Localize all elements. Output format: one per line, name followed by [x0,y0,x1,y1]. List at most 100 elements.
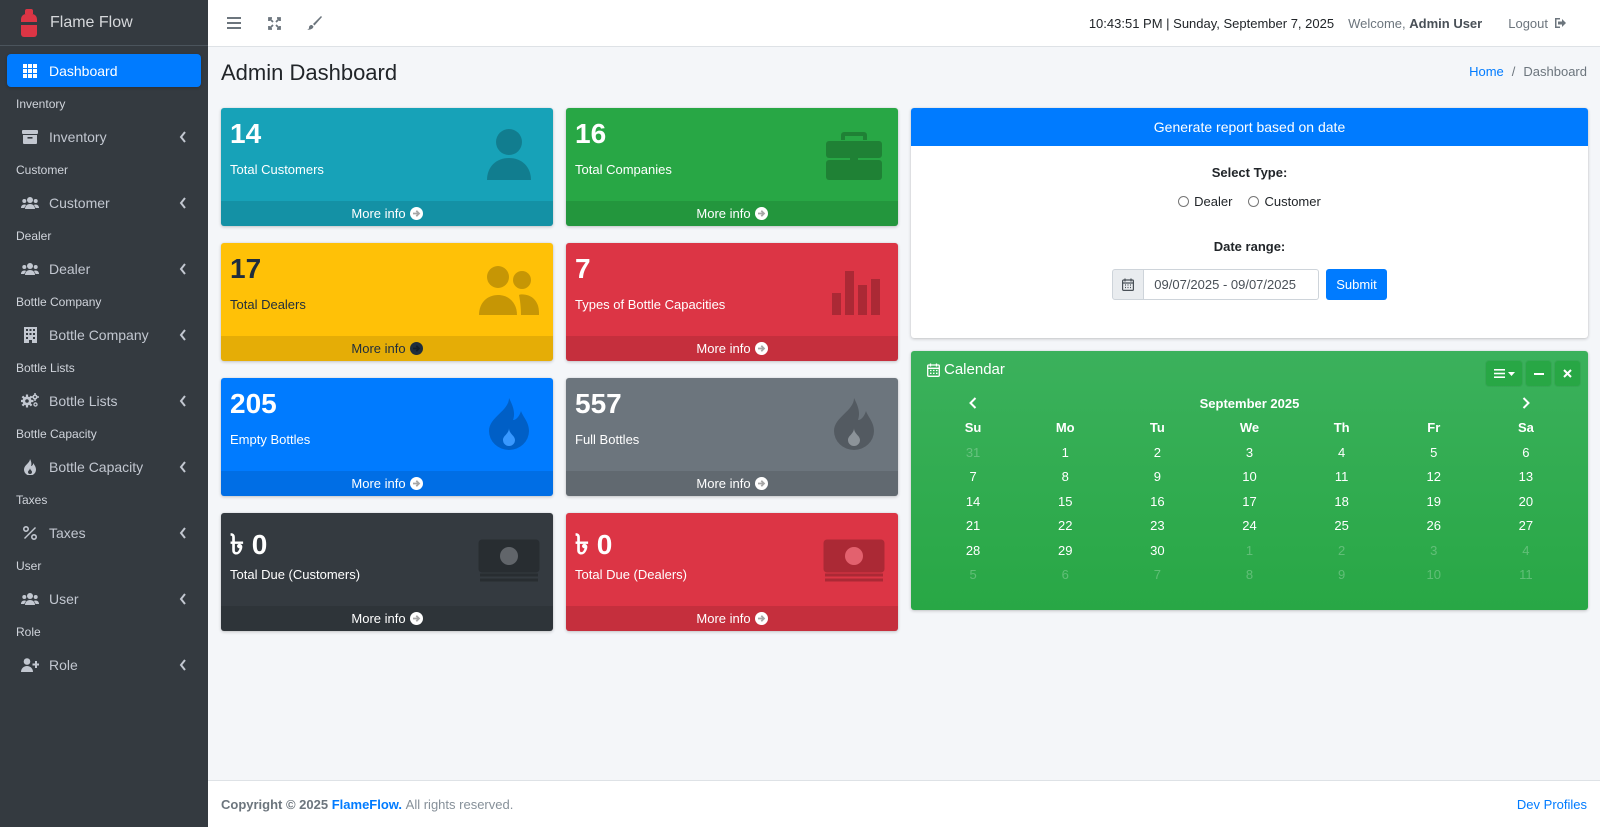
calendar-day[interactable]: 8 [1019,469,1111,484]
chevron-left-icon [179,527,186,539]
brand[interactable]: Flame Flow [0,0,208,46]
calendar-day[interactable]: 31 [927,445,1019,460]
stat-value: 205 [230,388,277,419]
date-range-row: 09/07/2025 - 09/07/2025 Submit [911,269,1588,300]
calendar-prev-button[interactable] [927,397,1019,409]
calendar-menu-dropdown[interactable] [1486,361,1522,386]
sidebar-item-bottle-company[interactable]: Bottle Company [7,318,201,351]
breadcrumb-separator: / [1511,64,1516,79]
calendar-day[interactable]: 25 [1296,518,1388,533]
calendar-day[interactable]: 6 [1019,567,1111,582]
stat-box-total-companies: 16 Total Companies More info [566,108,898,226]
sidebar-item-inventory[interactable]: Inventory [7,120,201,153]
more-info-link[interactable]: More info [566,201,898,226]
brand-name: Flame Flow [50,13,133,31]
calendar-day[interactable]: 11 [1480,567,1572,582]
report-card-header: Generate report based on date [911,108,1588,146]
submit-button[interactable]: Submit [1326,269,1387,300]
calendar-day[interactable]: 30 [1111,543,1203,558]
calendar-day[interactable]: 2 [1296,543,1388,558]
calendar-day[interactable]: 3 [1203,445,1295,460]
sidebar-item-user[interactable]: User [7,582,201,615]
calendar-collapse-button[interactable] [1526,361,1551,386]
calendar-day[interactable]: 19 [1388,494,1480,509]
calendar-day[interactable]: 22 [1019,518,1111,533]
more-info-link[interactable]: More info [566,336,898,361]
calendar-day[interactable]: 4 [1480,543,1572,558]
rights-text: All rights reserved. [405,796,514,812]
stat-box-due-customers: ৳ 0 Total Due (Customers) More info [221,513,553,631]
stat-label: Empty Bottles [230,432,311,447]
calendar-day[interactable]: 29 [1019,543,1111,558]
calendar-remove-button[interactable] [1555,361,1580,386]
dev-profiles-link[interactable]: Dev Profiles [1517,797,1587,812]
chevron-left-icon [179,593,186,605]
sidebar-item-bottle-capacity[interactable]: Bottle Capacity [7,450,201,483]
calendar-addon [1112,269,1145,300]
calendar-day[interactable]: 10 [1203,469,1295,484]
sidebar-item-role[interactable]: Role [7,648,201,681]
calendar-day[interactable]: 14 [927,494,1019,509]
more-info-link[interactable]: More info [221,606,553,631]
calendar-day[interactable]: 6 [1480,445,1572,460]
more-info-link[interactable]: More info [221,336,553,361]
calendar-day[interactable]: 24 [1203,518,1295,533]
page-title: Admin Dashboard [221,60,398,85]
sidebar-item-customer[interactable]: Customer [7,186,201,219]
calendar-day[interactable]: 2 [1111,445,1203,460]
calendar-day[interactable]: 10 [1388,567,1480,582]
calendar-day[interactable]: 23 [1111,518,1203,533]
breadcrumb-home-link[interactable]: Home [1469,64,1504,79]
calendar-next-button[interactable] [1480,397,1572,409]
sidebar-item-bottle-lists[interactable]: Bottle Lists [7,384,201,417]
logout-button[interactable]: Logout [1508,16,1568,31]
weekday-label: Fr [1427,420,1441,436]
calendar-day[interactable]: 7 [927,469,1019,484]
sidebar-item-dashboard[interactable]: Dashboard [7,54,201,87]
calendar-day[interactable]: 28 [927,543,1019,558]
calendar-day[interactable]: 5 [927,567,1019,582]
more-info-link[interactable]: More info [221,201,553,226]
calendar-day[interactable]: 1 [1203,543,1295,558]
menu-toggle-button[interactable] [214,0,254,46]
radio-label: Customer [1264,194,1321,209]
calendar-day[interactable]: 17 [1203,494,1295,509]
fullscreen-button[interactable] [254,0,294,46]
calendar-day[interactable]: 20 [1480,494,1572,509]
report-card: Generate report based on date Select Typ… [911,108,1588,338]
more-info-link[interactable]: More info [221,471,553,496]
radio-dealer[interactable]: Dealer [1178,194,1232,209]
calendar-day[interactable]: 8 [1203,567,1295,582]
calendar-tools [1482,361,1580,386]
sidebar-item-taxes[interactable]: Taxes [7,516,201,549]
stat-label: Total Dealers [230,297,306,312]
calendar-day[interactable]: 16 [1111,494,1203,509]
calendar-day[interactable]: 27 [1480,518,1572,533]
theme-brush-button[interactable] [294,0,334,46]
calendar-day[interactable]: 15 [1019,494,1111,509]
more-info-link[interactable]: More info [566,606,898,631]
radio-customer[interactable]: Customer [1248,194,1321,209]
calendar-day[interactable]: 21 [927,518,1019,533]
calendar-day[interactable]: 12 [1388,469,1480,484]
calendar-day[interactable]: 7 [1111,567,1203,582]
date-range-input[interactable]: 09/07/2025 - 09/07/2025 [1144,269,1320,300]
calendar-day[interactable]: 11 [1296,469,1388,484]
calendar-day[interactable]: 5 [1388,445,1480,460]
calendar-day[interactable]: 18 [1296,494,1388,509]
calendar-day[interactable]: 1 [1019,445,1111,460]
stat-box-full-bottles: 557 Full Bottles More info [566,378,898,496]
nav-header-customer: Customer [16,163,69,177]
calendar-day[interactable]: 9 [1111,469,1203,484]
calendar-month-label[interactable]: September 2025 [1019,396,1480,411]
sidebar-item-label: Inventory [49,128,107,145]
sidebar-item-dealer[interactable]: Dealer [7,252,201,285]
more-info-link[interactable]: More info [566,471,898,496]
users-icon [21,591,39,607]
calendar-day[interactable]: 9 [1296,567,1388,582]
calendar-day[interactable]: 4 [1296,445,1388,460]
calendar-day[interactable]: 26 [1388,518,1480,533]
calendar-day[interactable]: 3 [1388,543,1480,558]
footer-brand-link[interactable]: FlameFlow. [332,797,402,812]
calendar-day[interactable]: 13 [1480,469,1572,484]
